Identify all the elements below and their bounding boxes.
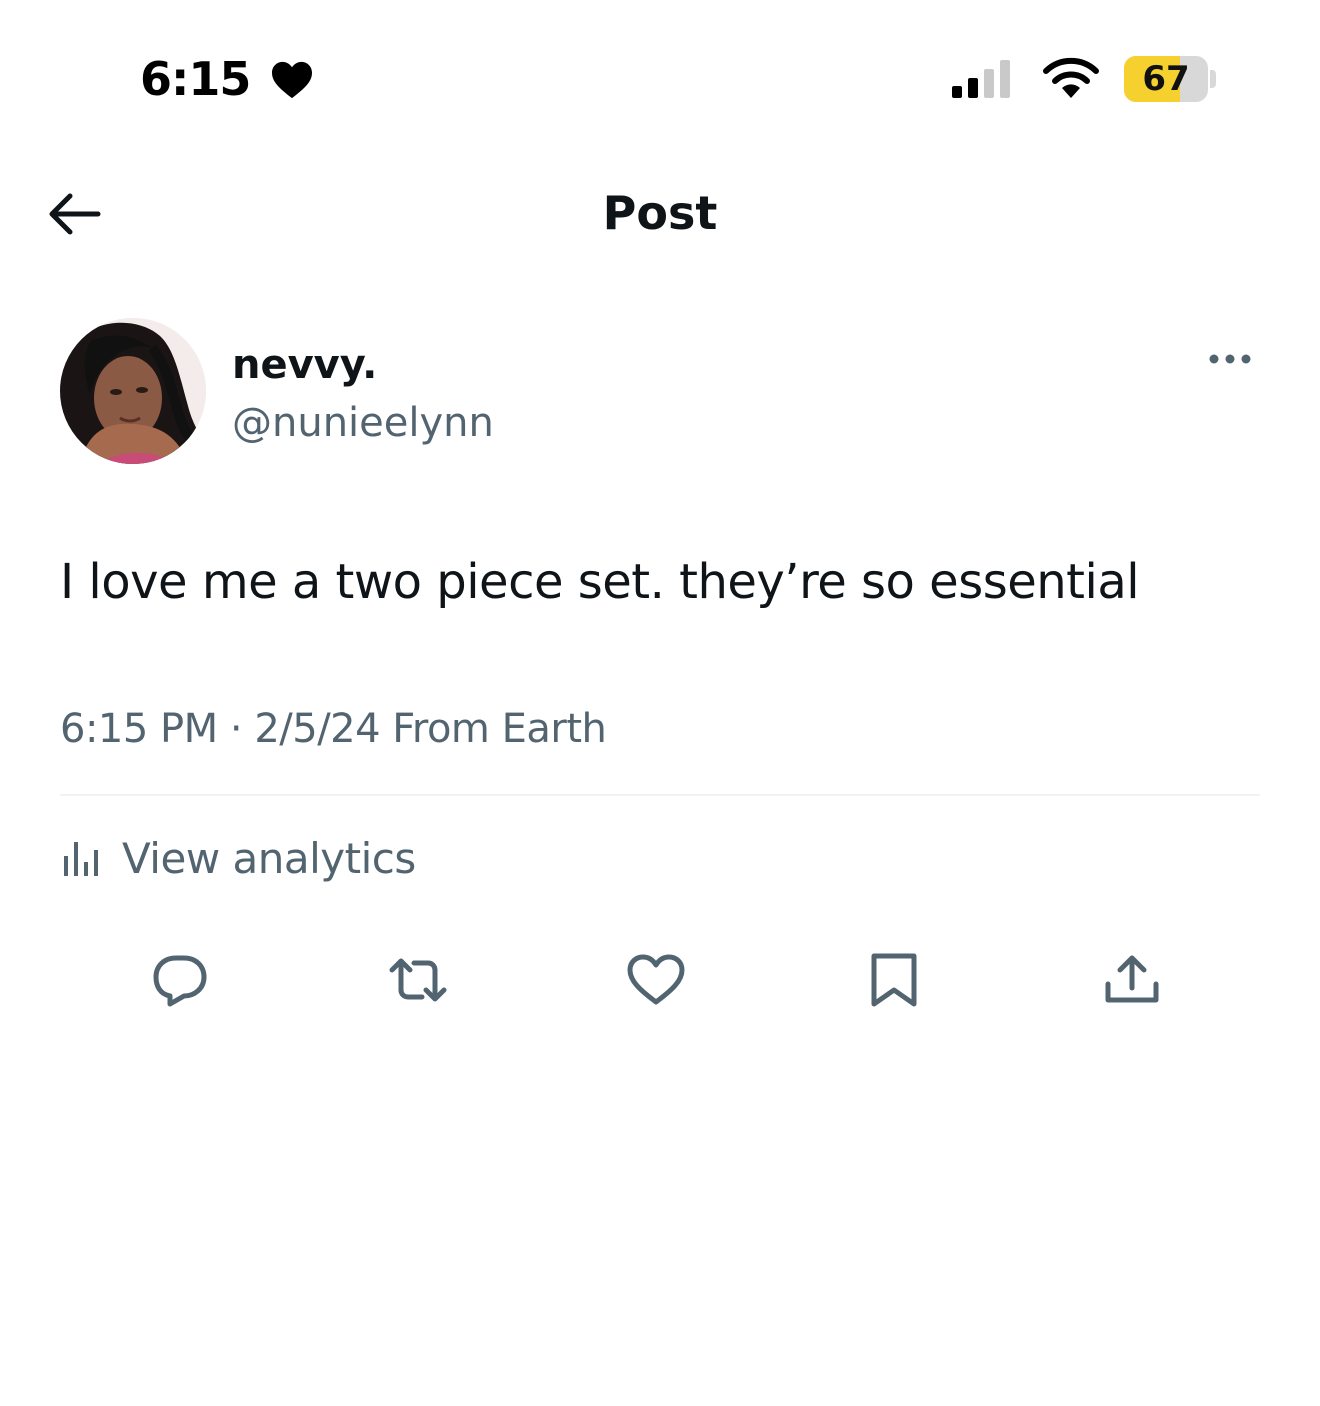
repost-button[interactable] xyxy=(386,950,450,1010)
status-time: 6:15 xyxy=(140,52,251,106)
status-bar: 6:15 67 xyxy=(0,0,1320,140)
reply-button[interactable] xyxy=(148,950,212,1010)
avatar[interactable] xyxy=(60,318,206,464)
repost-icon xyxy=(389,958,447,1002)
battery-nub xyxy=(1210,70,1216,88)
bookmark-icon xyxy=(871,953,917,1007)
post-timestamp: 6:15 PM · 2/5/24 From Earth xyxy=(60,706,607,752)
author-display-name[interactable]: nevvy. xyxy=(232,342,377,388)
bar-chart-icon xyxy=(64,842,98,876)
view-analytics-label: View analytics xyxy=(122,833,416,883)
battery-icon: 67 xyxy=(1124,56,1208,102)
wifi-icon xyxy=(1043,57,1099,98)
heart-icon xyxy=(272,61,312,99)
page-title: Post xyxy=(602,186,718,240)
divider xyxy=(60,794,1260,796)
like-button[interactable] xyxy=(624,950,688,1010)
bookmark-button[interactable] xyxy=(862,950,926,1010)
post-text: I love me a two piece set. they’re so es… xyxy=(60,554,1140,610)
ellipsis-icon[interactable] xyxy=(1204,344,1256,374)
reply-icon xyxy=(153,955,207,1007)
view-analytics-button[interactable]: View analytics xyxy=(60,830,416,886)
share-button[interactable] xyxy=(1100,950,1164,1010)
cellular-signal-icon xyxy=(952,60,1010,98)
like-icon xyxy=(627,954,685,1005)
author-handle[interactable]: @nunieelynn xyxy=(232,400,494,446)
profile-photo xyxy=(60,318,206,464)
battery-label: 67 xyxy=(1142,59,1190,99)
share-icon xyxy=(1105,955,1159,1003)
